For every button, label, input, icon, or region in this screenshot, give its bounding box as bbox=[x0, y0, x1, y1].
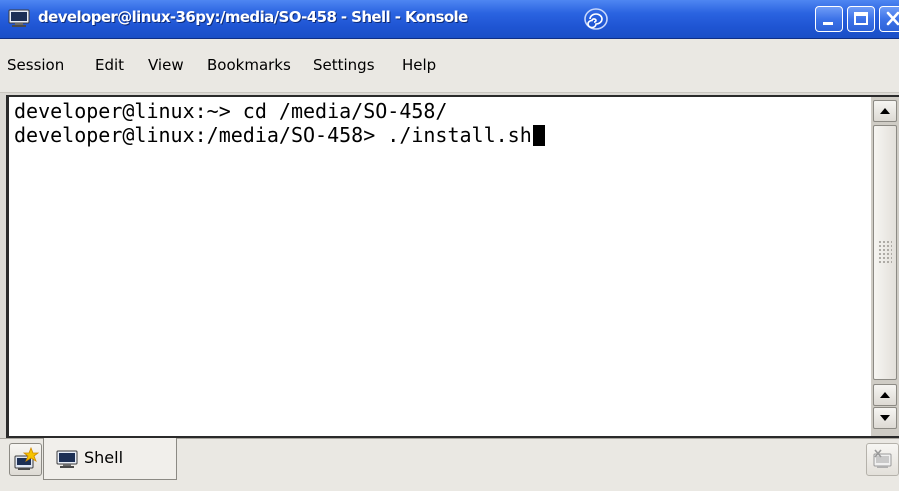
terminal-line-text: developer@linux:~> cd /media/SO-458/ bbox=[14, 99, 448, 123]
minimize-icon bbox=[823, 22, 833, 25]
close-button[interactable] bbox=[879, 6, 899, 32]
window-title: developer@linux-36py:/media/SO-458 - She… bbox=[38, 8, 468, 26]
terminal-icon bbox=[56, 450, 78, 468]
menu-bar: Session Edit View Bookmarks Settings Hel… bbox=[0, 39, 899, 93]
arrow-up-icon bbox=[880, 392, 890, 398]
minimize-button[interactable] bbox=[815, 6, 843, 32]
text-cursor bbox=[532, 125, 545, 146]
tab-shell[interactable]: Shell bbox=[43, 438, 177, 480]
new-session-button[interactable] bbox=[9, 443, 42, 476]
vertical-scrollbar[interactable] bbox=[871, 97, 899, 436]
tab-label: Shell bbox=[84, 448, 124, 467]
close-session-button[interactable] bbox=[866, 443, 899, 476]
menu-session[interactable]: Session bbox=[7, 56, 64, 74]
terminal-line: developer@linux:~> cd /media/SO-458/ bbox=[14, 99, 447, 123]
scrollbar-thumb[interactable] bbox=[873, 125, 897, 380]
menu-edit[interactable]: Edit bbox=[95, 56, 124, 74]
menu-help[interactable]: Help bbox=[402, 56, 436, 74]
close-session-icon bbox=[873, 449, 892, 468]
terminal-line-text: developer@linux:/media/SO-458> ./install… bbox=[14, 123, 532, 147]
scroll-down-button[interactable] bbox=[873, 407, 897, 429]
menu-bookmarks[interactable]: Bookmarks bbox=[207, 56, 291, 74]
terminal-line: developer@linux:/media/SO-458> ./install… bbox=[14, 123, 545, 147]
scroll-up-button[interactable] bbox=[873, 384, 897, 406]
maximize-button[interactable] bbox=[847, 6, 875, 32]
arrow-up-icon bbox=[880, 108, 890, 114]
menu-view[interactable]: View bbox=[148, 56, 184, 74]
terminal-icon bbox=[8, 9, 30, 27]
menu-settings[interactable]: Settings bbox=[313, 56, 375, 74]
new-session-icon bbox=[14, 446, 40, 470]
close-icon bbox=[886, 11, 899, 26]
konsole-window: developer@linux-36py:/media/SO-458 - She… bbox=[0, 0, 899, 491]
maximize-icon bbox=[854, 12, 868, 25]
scroll-up-top-button[interactable] bbox=[873, 100, 897, 122]
session-tab-bar: Shell bbox=[0, 438, 899, 491]
spiral-icon bbox=[584, 8, 608, 30]
grip-icon bbox=[878, 240, 892, 264]
terminal-output[interactable]: developer@linux:~> cd /media/SO-458/ dev… bbox=[9, 97, 871, 436]
arrow-down-icon bbox=[880, 415, 890, 421]
title-bar[interactable]: developer@linux-36py:/media/SO-458 - She… bbox=[0, 0, 899, 39]
